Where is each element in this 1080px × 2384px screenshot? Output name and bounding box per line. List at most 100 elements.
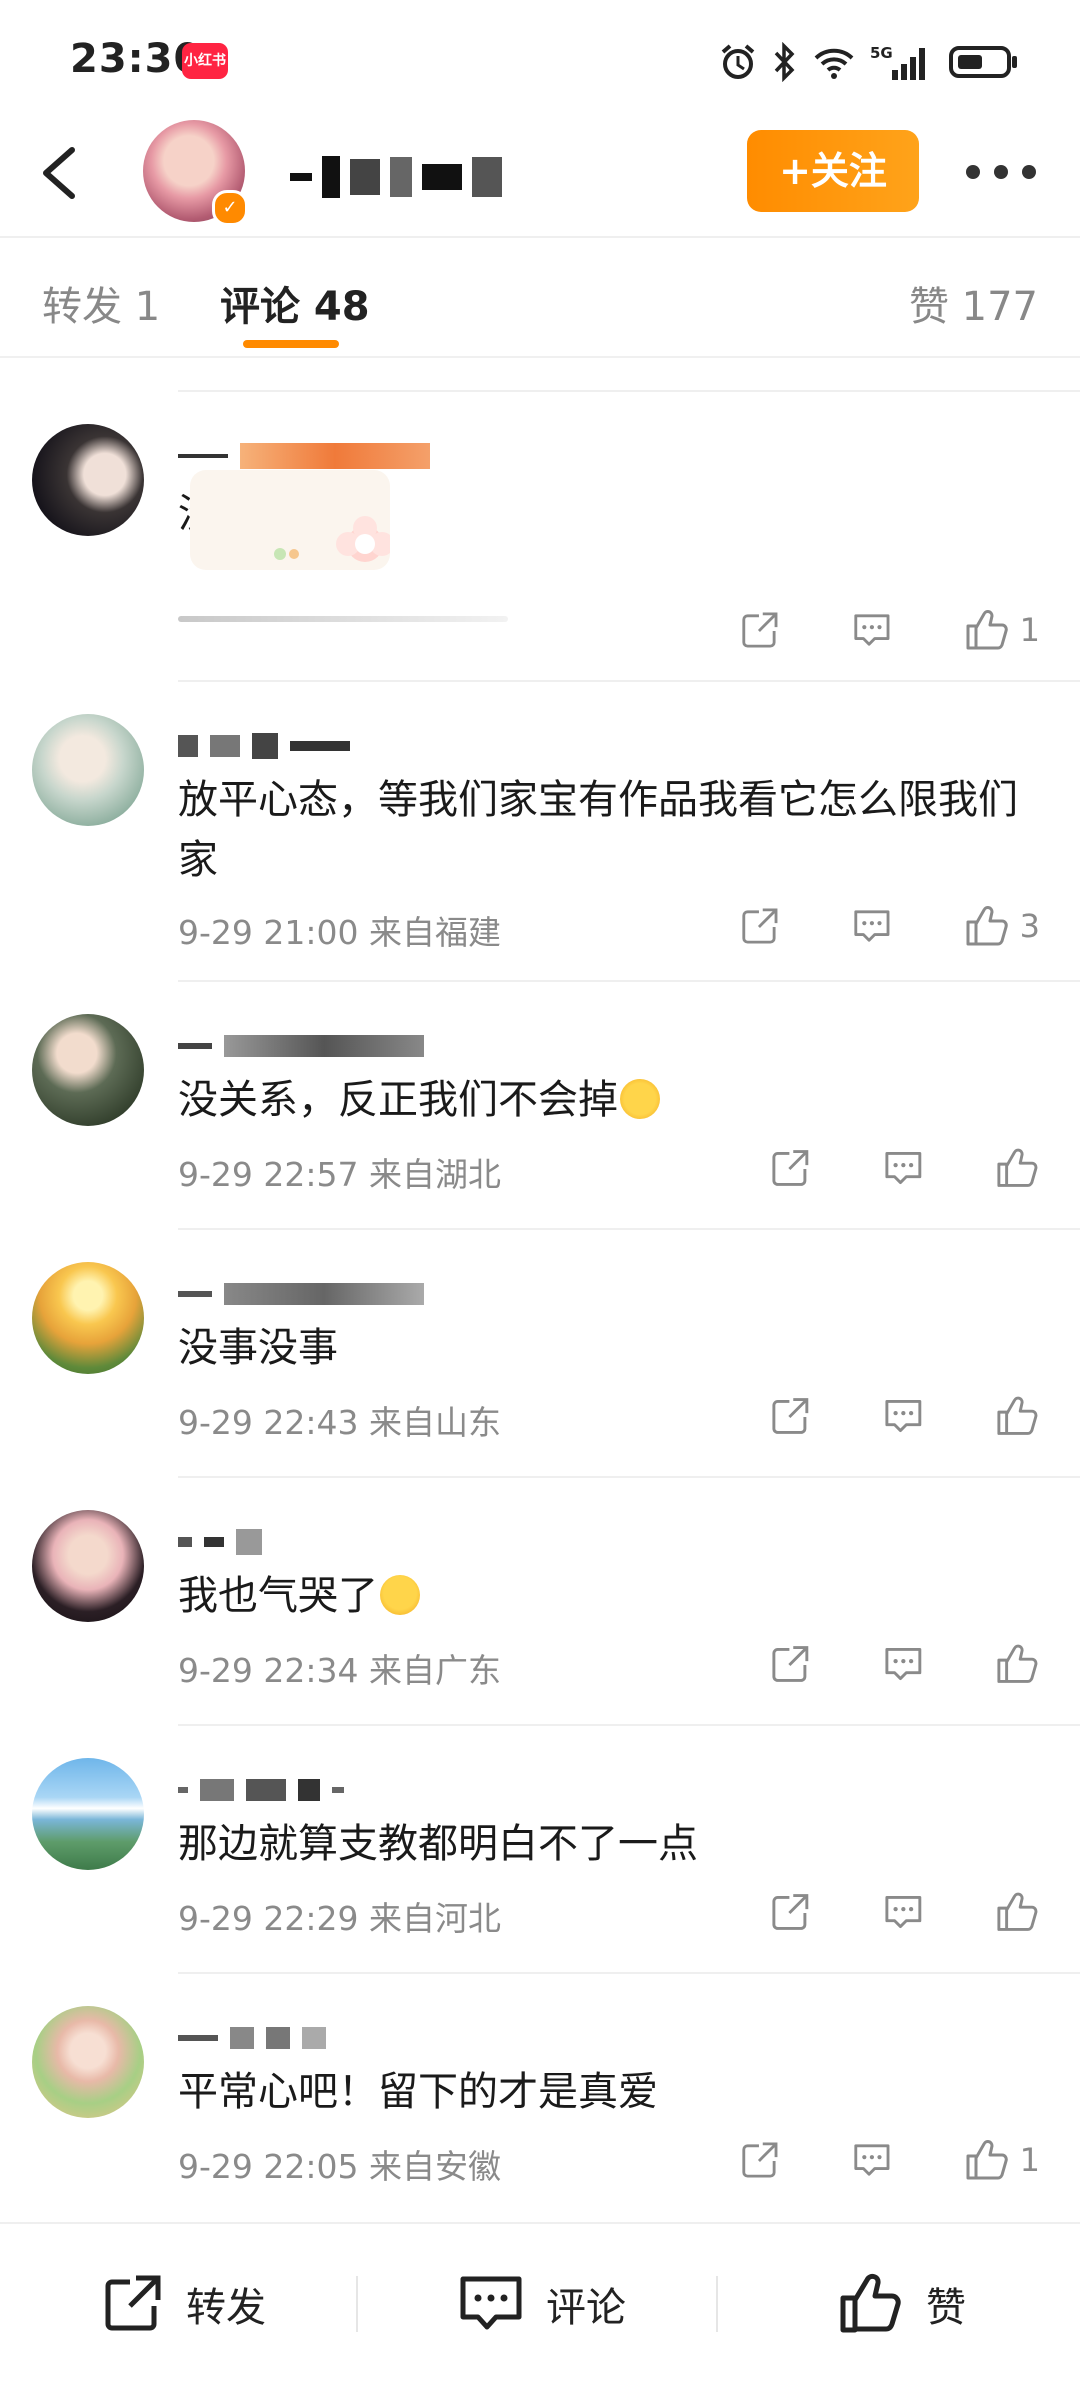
thumbs-up-icon[interactable] xyxy=(995,1642,1040,1686)
status-icons: 5G xyxy=(718,40,1020,84)
author-nickname-blurred[interactable] xyxy=(290,152,502,202)
scared-face-emoji xyxy=(620,1079,660,1119)
commenter-avatar[interactable] xyxy=(32,1510,144,1622)
comment-actions xyxy=(770,1140,1040,1196)
like-label: 赞 xyxy=(926,2285,966,2331)
comment-actions: 3 xyxy=(740,898,1040,954)
commenter-avatar[interactable] xyxy=(32,714,144,826)
comment-meta: 9-29 22:43 来自山东 xyxy=(178,1403,501,1442)
more-options-icon[interactable] xyxy=(966,160,1036,184)
tab-active-indicator xyxy=(243,340,339,348)
tab-comments[interactable]: 评论 48 xyxy=(220,274,370,332)
thumbs-up-icon xyxy=(966,2140,1008,2180)
comment-item: 没事没事 9-29 22:43 来自山东 xyxy=(0,1228,1080,1476)
repost-icon[interactable] xyxy=(740,2139,780,2181)
repost-button[interactable]: 转发 xyxy=(100,2224,266,2384)
repost-icon xyxy=(105,2275,161,2331)
like-count: 1 xyxy=(1019,2141,1040,2179)
comment-label: 评论 xyxy=(546,2285,626,2331)
comment-actions xyxy=(770,1884,1040,1940)
bluetooth-icon xyxy=(774,42,795,82)
like-button[interactable]: 赞 xyxy=(838,2224,966,2384)
repost-icon[interactable] xyxy=(770,1643,811,1685)
comment-sticker-image xyxy=(190,470,394,570)
network-label: 5G xyxy=(870,44,893,62)
repost-icon[interactable] xyxy=(740,905,780,947)
thumbs-up-icon xyxy=(966,906,1008,946)
commenter-name-blurred[interactable] xyxy=(178,2018,326,2058)
wifi-icon xyxy=(814,48,854,79)
comment-actions xyxy=(770,1388,1040,1444)
bottom-action-bar: 转发 评论 赞 xyxy=(0,2222,1080,2384)
reply-icon[interactable] xyxy=(883,1147,924,1189)
comment-text: 平常心吧！留下的才是真爱 xyxy=(178,2069,658,2115)
follow-button[interactable]: +关注 xyxy=(747,130,919,212)
tab-repost[interactable]: 转发 1 xyxy=(42,274,160,332)
comment-meta: 9-29 22:05 来自安徽 xyxy=(178,2147,501,2186)
comment-meta: 9-29 22:34 来自广东 xyxy=(178,1651,501,1690)
reply-icon[interactable] xyxy=(852,905,892,947)
thumbs-up-icon[interactable] xyxy=(995,1146,1040,1190)
comment-text: 放平心态，等我们家宝有作品我看它怎么限我们家 xyxy=(178,777,1018,883)
thumbs-up-icon xyxy=(966,610,1008,650)
battery-icon xyxy=(949,46,1017,78)
comment-text: 我也气哭了 xyxy=(178,1566,1048,1626)
commenter-name-blurred[interactable] xyxy=(178,1770,344,1810)
like-action[interactable]: 1 xyxy=(964,2138,1040,2182)
commenter-name-blurred[interactable] xyxy=(178,1026,424,1066)
verified-badge-icon: ✓ xyxy=(212,190,248,226)
commenter-avatar[interactable] xyxy=(32,1014,144,1126)
comment-meta: 9-29 22:57 来自湖北 xyxy=(178,1155,501,1194)
repost-label: 转发 xyxy=(186,2285,266,2331)
comment-meta: 9-29 21:00 来自福建 xyxy=(178,913,501,952)
commenter-avatar[interactable] xyxy=(32,2006,144,2118)
like-count: 3 xyxy=(1019,907,1040,945)
commenter-name-blurred[interactable] xyxy=(178,1522,262,1562)
repost-icon[interactable] xyxy=(770,1891,811,1933)
alarm-icon xyxy=(721,44,755,79)
comment-text: 没事没事 xyxy=(178,1325,338,1371)
comment-actions xyxy=(770,1636,1040,1692)
tab-bar: 转发 1 评论 48 赞 177 xyxy=(0,236,1080,358)
commenter-avatar[interactable] xyxy=(32,1758,144,1870)
comment-icon xyxy=(460,2276,522,2330)
bunny-flower-icon xyxy=(274,516,394,562)
comment-item: 放平心态，等我们家宝有作品我看它怎么限我们家 9-29 21:00 来自福建 3 xyxy=(0,680,1080,980)
commenter-name-blurred[interactable] xyxy=(178,1274,424,1314)
status-bar: 23:30 小红书 5G xyxy=(0,0,1080,120)
comment-actions: 1 xyxy=(740,2132,1040,2188)
comment-text-content: 我也气哭了 xyxy=(178,1573,378,1619)
reply-icon[interactable] xyxy=(883,1643,924,1685)
comment-text: 那边就算支教都明白不了一点 xyxy=(178,1821,698,1867)
thumbs-up-icon[interactable] xyxy=(995,1890,1040,1934)
comment-button[interactable]: 评论 xyxy=(458,2224,626,2384)
comment-item: 平常心吧！留下的才是真爱 9-29 22:05 来自安徽 1 xyxy=(0,1972,1080,2220)
reply-icon[interactable] xyxy=(883,1891,924,1933)
comment-actions: 1 xyxy=(740,602,1040,658)
thumbs-up-icon[interactable] xyxy=(995,1394,1040,1438)
reply-icon[interactable] xyxy=(852,609,892,651)
app-badge-icon: 小红书 xyxy=(182,43,228,79)
comment-text: 没关系，反正我们不会掉 xyxy=(178,1070,1048,1130)
commenter-name-blurred[interactable] xyxy=(178,726,350,766)
repost-icon[interactable] xyxy=(770,1395,811,1437)
thumbs-up-icon xyxy=(840,2273,901,2333)
commenter-avatar[interactable] xyxy=(32,1262,144,1374)
comment-meta-blurred xyxy=(178,616,508,622)
repost-icon[interactable] xyxy=(740,609,780,651)
comment-item: 没招了 1 xyxy=(0,390,1080,680)
commenter-avatar[interactable] xyxy=(32,424,144,536)
reply-icon[interactable] xyxy=(852,2139,892,2181)
like-action[interactable]: 1 xyxy=(964,608,1040,652)
tab-likes[interactable]: 赞 177 xyxy=(909,274,1038,332)
signal-5g-icon: 5G xyxy=(870,44,925,80)
reply-icon[interactable] xyxy=(883,1395,924,1437)
repost-icon[interactable] xyxy=(770,1147,811,1189)
like-action[interactable]: 3 xyxy=(964,904,1040,948)
comment-meta: 9-29 22:29 来自河北 xyxy=(178,1899,501,1938)
comment-item: 那边就算支教都明白不了一点 9-29 22:29 来自河北 xyxy=(0,1724,1080,1972)
comment-item: 没关系，反正我们不会掉 9-29 22:57 来自湖北 xyxy=(0,980,1080,1228)
comment-item: 我也气哭了 9-29 22:34 来自广东 xyxy=(0,1476,1080,1724)
like-count: 1 xyxy=(1019,611,1040,649)
back-arrow-icon[interactable] xyxy=(30,138,90,208)
